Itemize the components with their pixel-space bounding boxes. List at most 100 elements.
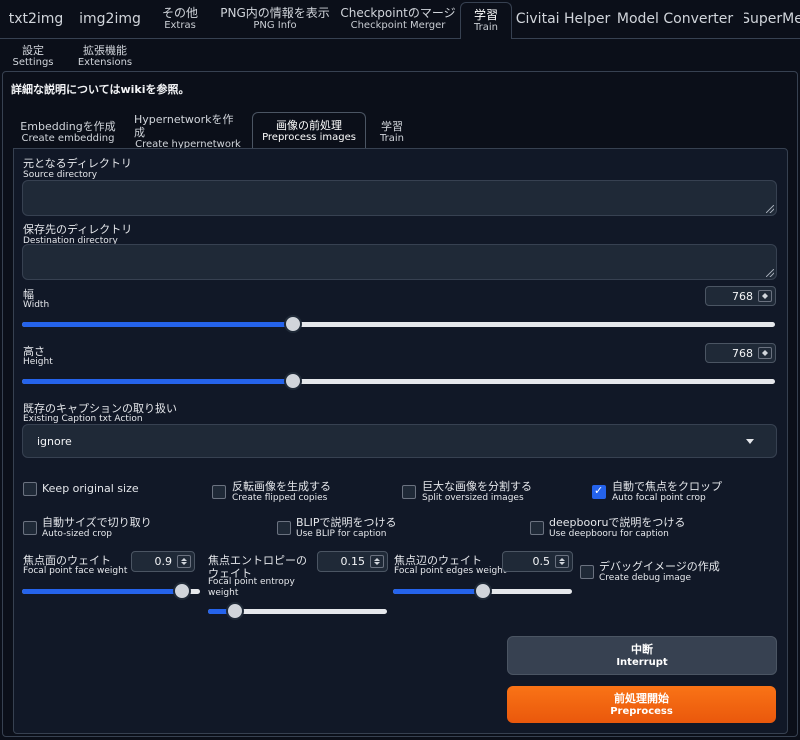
focal-entropy-sublabel: Focal point entropy weight <box>208 577 295 598</box>
spinner-icon[interactable] <box>177 555 191 568</box>
tab-sublabel: Preprocess images <box>262 131 356 143</box>
tab-label: txt2img <box>8 11 64 27</box>
focal-face-slider[interactable] <box>22 582 200 600</box>
keep-original-label: Keep original size <box>42 482 139 495</box>
tab-sublabel: Create embedding <box>21 132 115 144</box>
debug-label: デバッグイメージの作成 <box>599 560 720 573</box>
tab-model-converter[interactable]: Model Converter <box>617 0 733 38</box>
tab-label: 画像の前処理 <box>276 118 342 132</box>
focal-crop-label: 自動で焦点をクロップ <box>612 480 722 493</box>
flip-checkbox[interactable] <box>212 485 226 499</box>
tab-create-embedding[interactable]: Embeddingを作成 Create embedding <box>18 116 118 148</box>
deepbooru-sublabel: Use deepbooru for caption <box>549 529 669 539</box>
tab-sublabel: Extensions <box>77 57 133 68</box>
focal-face-number-input[interactable]: 0.9 <box>131 551 195 572</box>
focal-crop-checkbox[interactable] <box>592 484 606 499</box>
source-dir-label: 元となるディレクトリ <box>23 157 132 170</box>
width-number-input[interactable]: 768 <box>705 286 776 306</box>
info-text: 詳細な説明についてはwikiを参照。 <box>11 83 190 96</box>
blip-sublabel: Use BLIP for caption <box>296 529 387 539</box>
height-slider[interactable] <box>22 372 775 390</box>
tab-superme[interactable]: SuperMe <box>744 0 800 38</box>
tab-preprocess-images[interactable]: 画像の前処理 Preprocess images <box>252 112 366 149</box>
tab-png-info[interactable]: PNG内の情報を表示 PNG Info <box>220 0 330 38</box>
focal-edges-value: 0.5 <box>532 555 551 568</box>
height-sublabel: Height <box>23 357 53 367</box>
focal-edges-slider[interactable] <box>393 582 572 600</box>
focal-entropy-value: 0.15 <box>340 555 366 568</box>
tab-label: 学習 <box>381 119 403 133</box>
focal-face-slider-fill <box>22 589 183 594</box>
tab-img2img[interactable]: img2img <box>74 0 146 38</box>
focal-entropy-slider-thumb[interactable] <box>225 602 244 620</box>
tab-train[interactable]: 学習 Train <box>460 2 512 39</box>
tab-extensions[interactable]: 拡張機能 Extensions <box>74 44 136 70</box>
tab-label: Embeddingを作成 <box>20 119 116 133</box>
preprocess-label: 前処理開始 <box>614 691 669 705</box>
width-sublabel: Width <box>23 300 50 310</box>
preprocess-sublabel: Preprocess <box>610 705 673 717</box>
tab-txt2img[interactable]: txt2img <box>4 0 68 38</box>
auto-size-sublabel: Auto-sized crop <box>42 529 113 539</box>
tab-label: 学習 <box>473 8 498 22</box>
tab-label: Hypernetworkを作成 <box>134 113 234 139</box>
auto-size-label: 自動サイズで切り取り <box>42 516 152 529</box>
tab-divider <box>511 38 800 39</box>
tab-sublabel: PNG Info <box>253 20 297 31</box>
tab-label: 設定 <box>22 44 44 57</box>
source-dir-input[interactable] <box>22 180 777 216</box>
tab-settings[interactable]: 設定 Settings <box>10 44 56 70</box>
debug-sublabel: Create debug image <box>599 573 692 583</box>
focal-edges-slider-fill <box>393 589 483 594</box>
tab-label: SuperMe <box>744 11 800 27</box>
tab-sublabel: Train <box>380 132 404 144</box>
focal-face-value: 0.9 <box>154 555 173 568</box>
focal-face-sublabel: Focal point face weight <box>23 566 128 576</box>
height-number-input[interactable]: 768 <box>705 343 776 363</box>
interrupt-button[interactable]: 中断 Interrupt <box>507 636 777 675</box>
spinner-icon[interactable] <box>758 290 772 302</box>
auto-size-checkbox[interactable] <box>23 521 37 535</box>
width-slider[interactable] <box>22 315 775 333</box>
focal-entropy-number-input[interactable]: 0.15 <box>317 551 388 572</box>
focal-crop-sublabel: Auto focal point crop <box>612 493 706 503</box>
dest-dir-label: 保存先のディレクトリ <box>23 223 133 236</box>
width-slider-thumb[interactable] <box>284 315 303 333</box>
tab-civitai-helper[interactable]: Civitai Helper <box>515 0 611 38</box>
split-checkbox[interactable] <box>402 485 416 499</box>
tab-divider <box>0 38 460 39</box>
split-label: 巨大な画像を分割する <box>422 480 532 493</box>
tab-label: PNG内の情報を表示 <box>220 6 330 20</box>
tab-create-hypernetwork[interactable]: Hypernetworkを作成 Create hypernetwork <box>134 113 242 150</box>
tab-extras[interactable]: その他 Extras <box>152 0 208 38</box>
flip-sublabel: Create flipped copies <box>232 493 328 503</box>
preprocess-button[interactable]: 前処理開始 Preprocess <box>507 686 776 723</box>
interrupt-label: 中断 <box>631 642 653 656</box>
focal-edges-slider-thumb[interactable] <box>473 582 492 600</box>
width-value: 768 <box>732 289 753 303</box>
keep-original-checkbox[interactable] <box>23 482 37 496</box>
split-sublabel: Split oversized images <box>422 493 524 503</box>
debug-checkbox[interactable] <box>580 565 594 579</box>
tab-checkpoint-merger[interactable]: Checkpointのマージ Checkpoint Merger <box>340 0 455 38</box>
deepbooru-checkbox[interactable] <box>530 521 544 535</box>
focal-edges-number-input[interactable]: 0.5 <box>502 551 573 572</box>
spinner-icon[interactable] <box>758 347 772 359</box>
caption-action-select[interactable]: ignore <box>22 424 777 458</box>
tab-train-inner[interactable]: 学習 Train <box>372 116 412 148</box>
blip-checkbox[interactable] <box>277 521 291 535</box>
tab-label: Civitai Helper <box>515 11 611 27</box>
interrupt-sublabel: Interrupt <box>616 656 668 668</box>
focal-edges-sublabel: Focal point edges weight <box>394 566 507 576</box>
resize-grip-icon[interactable] <box>766 269 774 277</box>
height-slider-fill <box>22 379 294 384</box>
spinner-icon[interactable] <box>555 555 569 568</box>
tab-sublabel: Train <box>474 22 498 33</box>
flip-label: 反転画像を生成する <box>232 480 331 493</box>
width-slider-fill <box>22 322 294 327</box>
spinner-icon[interactable] <box>370 555 384 568</box>
focal-entropy-slider[interactable] <box>208 602 387 620</box>
dest-dir-input[interactable] <box>22 244 777 280</box>
resize-grip-icon[interactable] <box>766 205 774 213</box>
height-slider-thumb[interactable] <box>284 372 303 390</box>
